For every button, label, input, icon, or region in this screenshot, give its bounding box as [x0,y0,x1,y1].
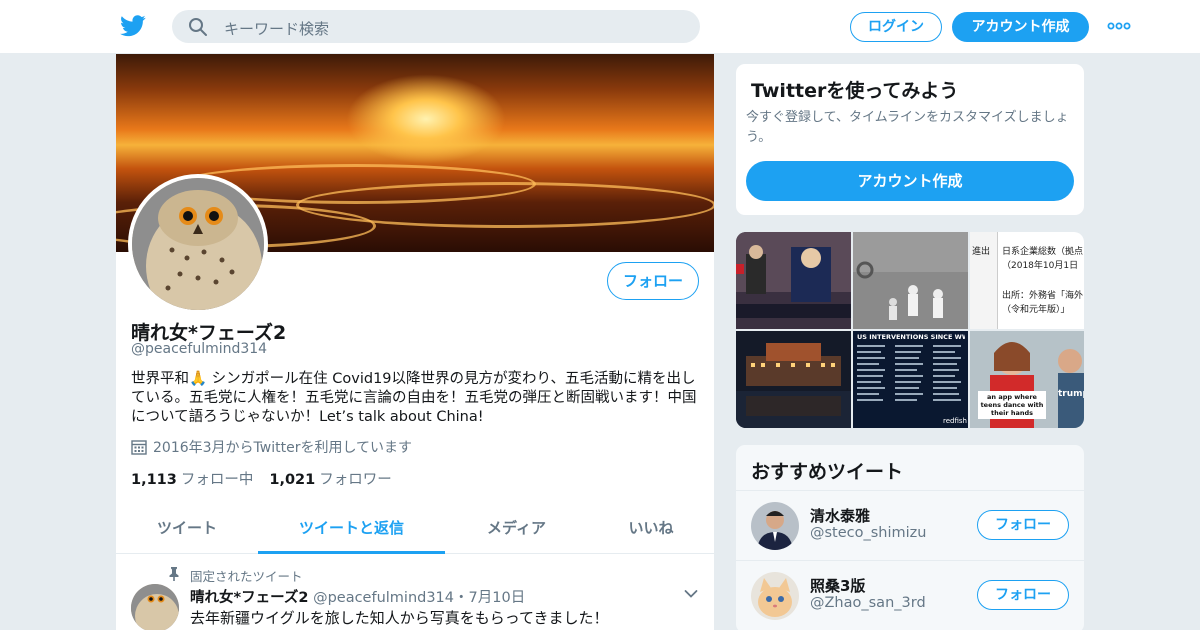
owl-illustration [132,178,264,310]
following-label: フォロー中 [180,472,254,488]
media-thumbnail[interactable]: 進出 日系企業総数（拠点 （2018年10月1日 出所：外務省「海外 （令和元年… [970,232,1084,329]
follow-button[interactable]: フォロー [977,580,1069,610]
profile-handle[interactable]: @peacefulmind314 [131,341,267,357]
user-avatar[interactable] [751,502,799,550]
user-name[interactable]: 清水泰雅 [810,505,870,526]
signup-card-button[interactable]: アカウント作成 [746,161,1074,201]
photos-videos-grid: 進出 日系企業総数（拠点 （2018年10月1日 出所：外務省「海外 （令和元年… [736,232,1084,428]
tweet-author-avatar[interactable] [131,584,179,630]
tile-text-4: 出所：外務省「海外 [1002,291,1084,301]
tile-side-text: trump [1058,389,1084,399]
signup-card-title: Twitterを使ってみよう [751,80,959,102]
follow-button[interactable]: フォロー [977,510,1069,540]
profile-joined-date: 2016年3月からTwitterを利用しています [131,437,412,457]
joined-text: 2016年3月からTwitterを利用しています [153,440,413,456]
bw-photo-thumbnail [853,232,968,329]
calendar-icon [131,440,147,455]
owl-avatar-image [132,178,264,310]
user-avatar[interactable] [751,572,799,620]
tab-tweets[interactable]: ツイート [116,506,258,554]
followers-count: 1,021 [269,472,316,488]
recommended-user-row[interactable]: 照桑3版 @Zhao_san_3rd フォロー [736,560,1084,630]
following-count: 1,113 [131,472,177,488]
media-thumbnail[interactable]: an app where teens dance with their hand… [970,331,1084,428]
top-navigation-bar: キーワード検索 ログイン アカウント作成 [0,0,1200,54]
profile-stats: 1,113 フォロー中 1,021 フォロワー [131,468,392,489]
tile-footer-text: redfish [943,417,967,425]
login-button[interactable]: ログイン [850,12,942,42]
news-screenshot-thumbnail [736,232,851,329]
media-thumbnail[interactable] [736,331,851,428]
recommended-card: おすすめツイート 清水泰雅 @steco_shimizu フォロー 照桑3版 @… [735,444,1085,630]
user-handle[interactable]: @steco_shimizu [810,525,926,541]
profile-bio: 世界平和🙏 シンガポール在住 Covid19以降世界の見方が変わり、五毛活動に精… [131,371,697,425]
tweet-author-name[interactable]: 晴れ女*フェーズ2 [190,590,308,606]
tile-text-3: （2018年10月1日 [1002,261,1079,271]
search-box[interactable]: キーワード検索 [172,10,700,43]
user-name[interactable]: 照桑3版 [810,575,865,596]
tab-tweets-and-replies[interactable]: ツイートと返信 [258,506,445,554]
tweet-author-handle[interactable]: @peacefulmind314 [313,590,454,606]
cat-avatar-graphic [751,572,799,620]
followers-label: フォロワー [319,472,392,488]
tweet-text: 去年新疆ウイグルを旅した知人から写真をもらってきました！ [190,609,609,627]
profile-column: フォロー 晴れ女*フェーズ2 @peacefulmind314 世界平和🙏 シン… [116,54,714,630]
recommended-title: おすすめツイート [751,461,904,483]
tile-caption-text: an app where teens dance with their hand… [978,391,1046,419]
signup-card: Twitterを使ってみよう 今すぐ登録して、タイムラインをカスタマイズしましょ… [735,63,1085,216]
followers-stat[interactable]: 1,021 フォロワー [269,472,391,488]
user-handle[interactable]: @Zhao_san_3rd [810,595,926,611]
twitter-bird-icon[interactable] [120,14,146,38]
profile-tabs: ツイート ツイートと返信 メディア いいね [116,506,714,554]
person-avatar-graphic [751,502,799,550]
follow-button[interactable]: フォロー [607,262,699,300]
tweet-header: 晴れ女*フェーズ2 @peacefulmind314・7月10日 [190,586,525,607]
more-dots-icon[interactable] [1107,20,1131,32]
recommended-user-row[interactable]: 清水泰雅 @steco_shimizu フォロー [736,490,1084,560]
media-thumbnail[interactable]: US INTERVENTIONS SINCE WWII redfish [853,331,968,428]
tab-likes[interactable]: いいね [588,506,714,554]
pin-icon [169,567,179,581]
tab-media[interactable]: メディア [445,506,588,554]
tweet-date[interactable]: 7月10日 [469,590,526,606]
owl-mini-illustration [131,584,179,630]
search-input[interactable]: キーワード検索 [224,18,329,39]
tile-text-1: 進出 [972,247,991,257]
banner-sun [346,74,506,164]
media-thumbnail[interactable] [853,232,968,329]
profile-avatar[interactable] [128,174,268,314]
pinned-tweet-label: 固定されたツイート [190,569,303,584]
following-stat[interactable]: 1,113 フォロー中 [131,472,253,488]
tile-header-text: US INTERVENTIONS SINCE WWII [857,333,965,341]
signup-button[interactable]: アカウント作成 [952,12,1089,42]
tile-text-5: （令和元年版）」 [1002,305,1070,315]
night-palace-thumbnail [736,331,851,428]
signup-card-description: 今すぐ登録して、タイムラインをカスタマイズしましょう。 [746,110,1069,145]
media-thumbnail[interactable] [736,232,851,329]
chevron-down-icon[interactable] [684,589,698,599]
search-icon [189,18,207,36]
list-lines-graphic [857,345,961,401]
tile-text-2: 日系企業総数（拠点 [1002,247,1084,257]
tweet-separator: ・ [454,590,469,606]
